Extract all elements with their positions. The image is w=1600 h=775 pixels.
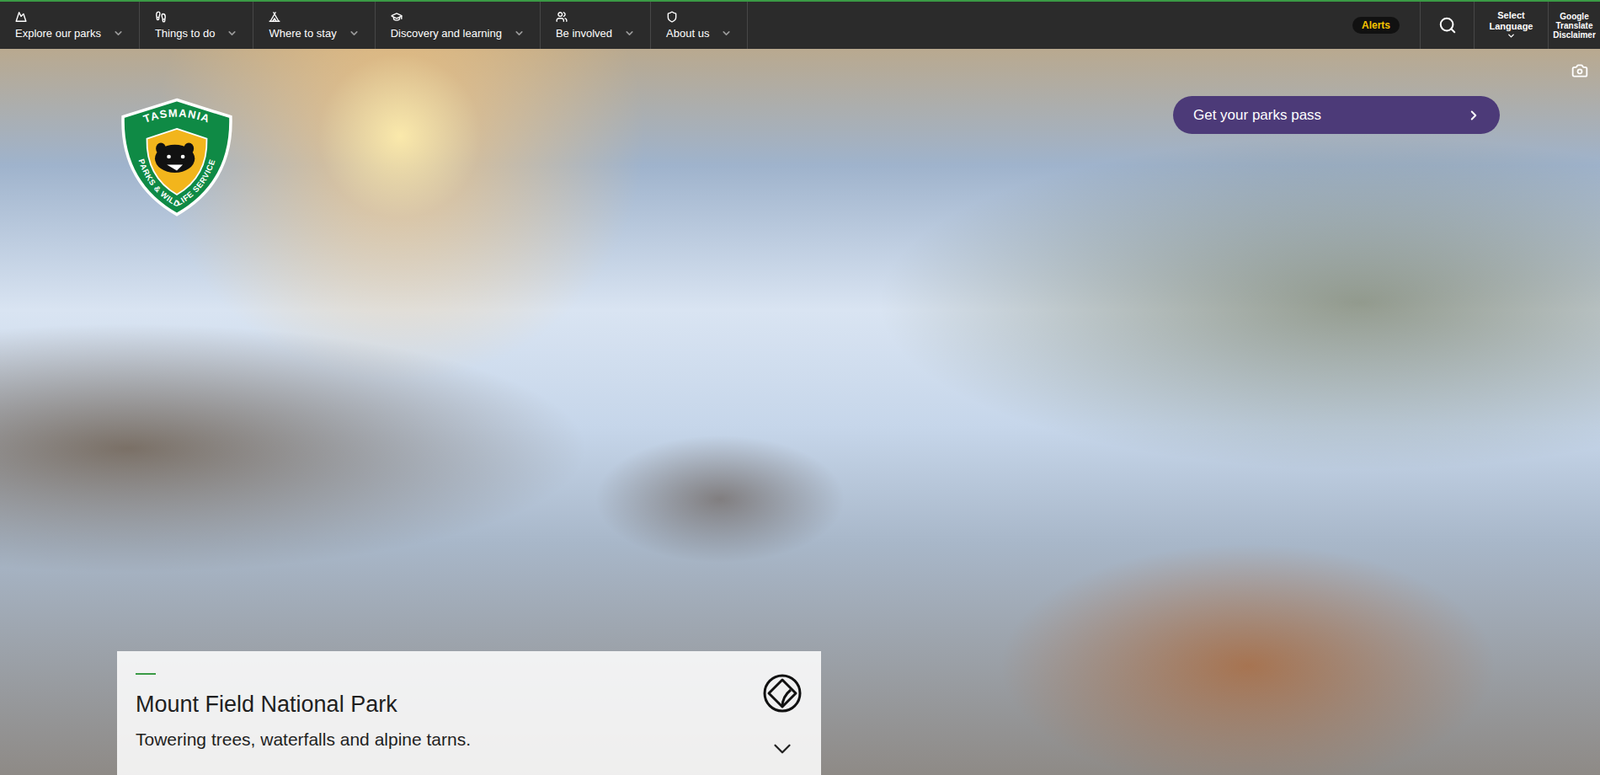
search-button[interactable] — [1419, 1, 1474, 49]
nav-item-label: About us — [666, 26, 732, 40]
park-card: Mount Field National Park Towering trees,… — [117, 650, 822, 775]
park-card-text: Mount Field National Park Towering trees,… — [135, 672, 471, 763]
caret-down-icon — [348, 27, 360, 39]
caret-down-icon — [513, 27, 525, 39]
nav-item-text: Be involved — [555, 26, 613, 40]
parks-logo-icon[interactable]: TASMANIA PARKS & WILDLIFE SERVICE — [117, 96, 237, 217]
caret-down-icon — [624, 27, 635, 39]
nav-item[interactable]: Be involved — [540, 1, 651, 49]
accent-dash — [135, 672, 156, 675]
nav-item[interactable]: Things to do — [139, 1, 255, 49]
park-card-side — [762, 672, 803, 763]
language-label: SelectLanguage — [1488, 10, 1536, 31]
nav-item-icon — [555, 10, 568, 23]
nav-item-icon — [390, 10, 403, 23]
svg-text:TASMANIA: TASMANIA — [141, 106, 212, 126]
nav-item-icon — [15, 10, 27, 23]
nav-item-label: Where to stay — [268, 26, 359, 40]
nav-item[interactable]: About us — [650, 1, 748, 49]
svg-text:PARKS & WILDLIFE SERVICE: PARKS & WILDLIFE SERVICE — [137, 157, 218, 209]
nav-item-icon — [154, 10, 167, 23]
caret-down-icon — [1506, 31, 1516, 41]
caret-down-icon — [720, 27, 732, 39]
search-icon — [1438, 16, 1457, 35]
photo-credit-button[interactable] — [1571, 62, 1589, 80]
nav-item-label: Things to do — [154, 26, 239, 40]
park-subtitle: Towering trees, waterfalls and alpine ta… — [135, 729, 471, 750]
parks-pass-label: Get your parks pass — [1193, 106, 1322, 124]
nav-item[interactable]: Discovery and learning — [375, 1, 541, 49]
nav-item-text: About us — [666, 26, 710, 40]
nav-item[interactable]: Explore our parks — [0, 1, 140, 49]
page: Explore our parks Things to do Where to st… — [0, 0, 1600, 775]
nav-item[interactable]: Where to stay — [253, 1, 375, 49]
logo[interactable]: TASMANIA PARKS & WILDLIFE SERVICE — [117, 96, 237, 217]
parks-pass-button[interactable]: Get your parks pass — [1173, 96, 1500, 134]
nav-bar: Explore our parks Things to do Where to st… — [0, 0, 1600, 49]
camera-icon — [1571, 62, 1589, 80]
nav-right: Alerts SelectLanguage GoogleTranslateDiscl… — [1344, 1, 1600, 49]
park-title: Mount Field National Park — [135, 691, 471, 718]
chevron-right-icon — [1466, 107, 1482, 123]
nav-item-text: Where to stay — [268, 26, 336, 40]
nav-item-label: Discovery and learning — [390, 26, 525, 40]
nav-item-icon — [268, 10, 281, 23]
chevron-down-icon — [768, 734, 797, 763]
nav-item-text: Discovery and learning — [390, 26, 502, 40]
nav-item-icon — [666, 10, 678, 23]
nav-item-label: Be involved — [555, 26, 635, 40]
alerts-cell: Alerts — [1344, 1, 1420, 49]
caret-down-icon — [226, 27, 238, 39]
expand-button[interactable] — [768, 734, 797, 763]
world-heritage-icon — [762, 672, 803, 714]
language-select[interactable]: SelectLanguage — [1473, 1, 1548, 49]
disclaimer-label: GoogleTranslateDisclaimer — [1551, 11, 1598, 40]
nav-item-text: Explore our parks — [15, 26, 102, 40]
alerts-button[interactable]: Alerts — [1352, 16, 1400, 34]
hero: TASMANIA PARKS & WILDLIFE SERVICE Get your… — [0, 48, 1600, 775]
nav-item-label: Explore our parks — [15, 26, 124, 40]
nav-item-text: Things to do — [154, 26, 216, 40]
caret-down-icon — [112, 27, 124, 39]
translate-disclaimer[interactable]: GoogleTranslateDisclaimer — [1547, 1, 1600, 49]
